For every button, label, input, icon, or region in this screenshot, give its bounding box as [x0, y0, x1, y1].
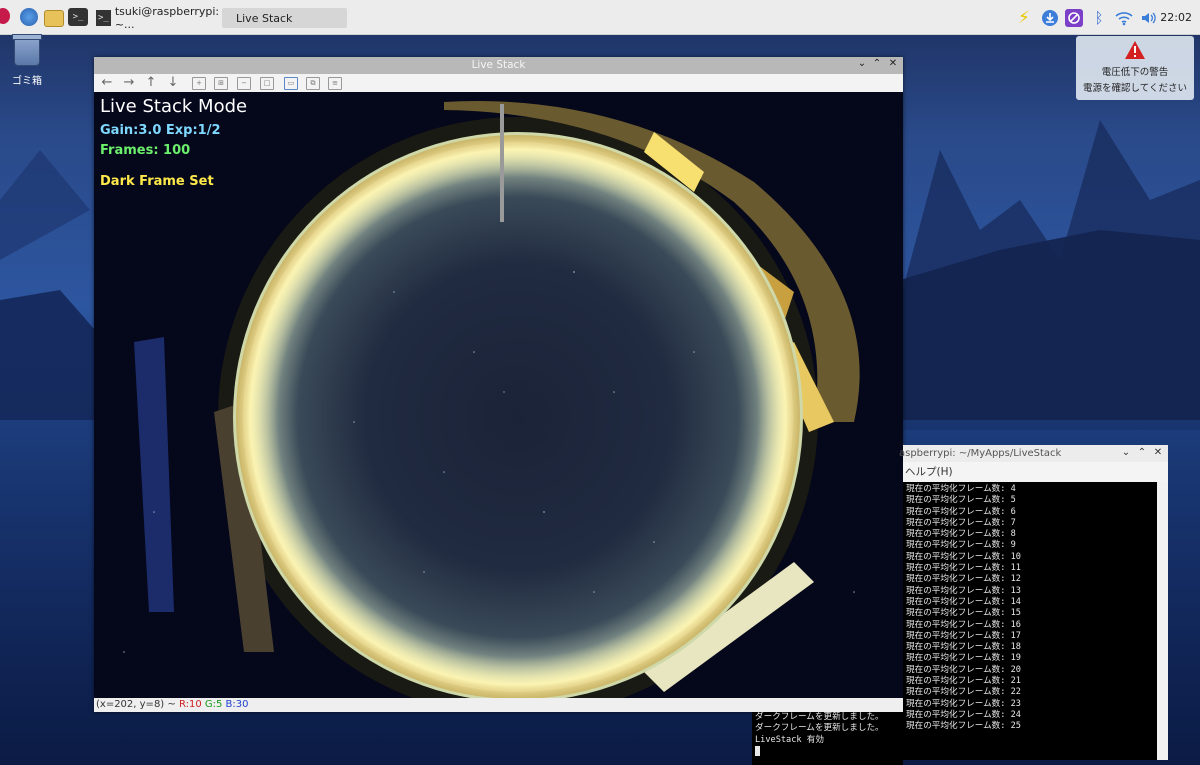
zoom-reset-icon[interactable]: □ — [260, 77, 274, 90]
terminal-line: 現在の平均化フレーム数: 8 — [906, 529, 1016, 540]
terminal-line: 現在の平均化フレーム数: 14 — [906, 596, 1021, 607]
terminal-line: 現在の平均化フレーム数: 23 — [906, 698, 1021, 709]
warning-icon — [1124, 40, 1146, 60]
terminal-line: 現在の平均化フレーム数: 13 — [906, 585, 1021, 596]
close-icon[interactable]: ✕ — [1152, 447, 1164, 458]
terminal-output[interactable]: 現在の平均化フレーム数: 4 現在の平均化フレーム数: 5 現在の平均化フレーム… — [903, 482, 1157, 760]
livestack-window: Live Stack ⌄ ⌃ ✕ ← → ↑ ↓ + ⊞ − □ ▭ ⧉ ≡ L… — [94, 57, 903, 712]
image-toolbar: ← → ↑ ↓ + ⊞ − □ ▭ ⧉ ≡ — [94, 74, 903, 93]
system-tray: ⚡ ᛒ 22:02 — [0, 0, 1200, 34]
taskbar: >_ >_ tsuki@raspberrypi: ~... Live Stack… — [0, 0, 1200, 35]
overlay-gain-exp: Gain:3.0 Exp:1/2 — [100, 123, 221, 138]
terminal-line: 現在の平均化フレーム数: 15 — [906, 608, 1021, 619]
zoom-in-icon[interactable]: + — [192, 77, 206, 90]
terminal-line: ダークフレームを更新しました。 — [755, 723, 884, 734]
terminal-line: 現在の平均化フレーム数: 25 — [906, 721, 1021, 732]
terminal-titlebar[interactable]: aspberrypi: ~/MyApps/LiveStack ⌄ ⌃ ✕ — [899, 445, 1168, 463]
terminal-lower-output: ダークフレームを更新しました。 ダークフレームを更新しました。 LiveStac… — [752, 712, 903, 765]
terminal-line: 現在の平均化フレーム数: 22 — [906, 687, 1021, 698]
terminal-line: 現在の平均化フレーム数: 5 — [906, 495, 1016, 506]
terminal-line: 現在の平均化フレーム数: 24 — [906, 709, 1021, 720]
pan-left-arrow-icon[interactable]: ← — [98, 75, 116, 91]
pan-right-arrow-icon[interactable]: → — [120, 75, 138, 91]
terminal-line: 現在の平均化フレーム数: 20 — [906, 664, 1021, 675]
wifi-icon[interactable] — [1115, 9, 1133, 27]
vnc-icon[interactable] — [1065, 9, 1083, 27]
terminal-cursor — [755, 745, 760, 756]
lightning-icon[interactable]: ⚡ — [1015, 8, 1033, 28]
properties-icon[interactable]: ≡ — [328, 77, 342, 90]
status-blue: B:30 — [225, 699, 249, 710]
terminal-line: 現在の平均化フレーム数: 6 — [906, 506, 1016, 517]
menu-help[interactable]: ヘルプ(H) — [903, 466, 953, 478]
overlay-mode-title: Live Stack Mode — [100, 96, 248, 117]
status-coords: (x=202, y=8) ~ — [96, 699, 179, 710]
pixel-status-bar: (x=202, y=8) ~ R:10 G:5 B:30 — [94, 698, 903, 712]
clock[interactable]: 22:02 — [1160, 11, 1192, 24]
terminal-line: LiveStack 有効 — [755, 734, 824, 745]
terminal-line: 現在の平均化フレーム数: 9 — [906, 540, 1016, 551]
trash-label: ゴミ箱 — [12, 76, 42, 87]
copy-image-icon[interactable]: ⧉ — [306, 77, 320, 90]
terminal-line: 現在の平均化フレーム数: 18 — [906, 642, 1021, 653]
warning-message: 電源を確認してください — [1083, 83, 1187, 94]
undervoltage-warning[interactable]: 電圧低下の警告 電源を確認してください — [1076, 36, 1194, 100]
terminal-menubar: ヘルプ(H) — [903, 462, 1168, 482]
terminal-line: 現在の平均化フレーム数: 10 — [906, 551, 1021, 562]
livestack-titlebar[interactable]: Live Stack ⌄ ⌃ ✕ — [94, 57, 903, 74]
terminal-prompt[interactable] — [755, 745, 903, 758]
livestack-title: Live Stack — [471, 59, 526, 71]
maximize-chevron-icon[interactable]: ⌃ — [1136, 447, 1148, 458]
zoom-fit-icon[interactable]: ⊞ — [214, 77, 228, 90]
minimize-chevron-icon[interactable]: ⌄ — [855, 58, 869, 69]
livestack-image[interactable]: Live Stack Mode Gain:3.0 Exp:1/2 Frames:… — [94, 92, 903, 698]
warning-title: 電圧低下の警告 — [1101, 67, 1169, 78]
pan-up-arrow-icon[interactable]: ↑ — [142, 75, 160, 91]
terminal-line: 現在の平均化フレーム数: 11 — [906, 563, 1021, 574]
overlay-frames: Frames: 100 — [100, 143, 191, 158]
terminal-line: 現在の平均化フレーム数: 17 — [906, 630, 1021, 641]
volume-icon[interactable] — [1140, 9, 1158, 27]
zoom-out-icon[interactable]: − — [237, 77, 251, 90]
close-icon[interactable]: ✕ — [886, 58, 900, 69]
fisheye-sky-image — [94, 92, 903, 698]
terminal-line: 現在の平均化フレーム数: 4 — [906, 484, 1016, 494]
status-green: G:5 — [204, 699, 223, 710]
trash-icon — [12, 34, 42, 66]
maximize-chevron-icon[interactable]: ⌃ — [870, 58, 884, 69]
terminal-line: 現在の平均化フレーム数: 19 — [906, 653, 1021, 664]
overlay-dark-frame: Dark Frame Set — [100, 174, 214, 189]
trash-desktop-icon[interactable]: ゴミ箱 — [8, 34, 46, 87]
terminal-line: 現在の平均化フレーム数: 12 — [906, 574, 1021, 585]
terminal-line: 現在の平均化フレーム数: 21 — [906, 676, 1021, 687]
terminal-scrollbar[interactable] — [1157, 482, 1168, 760]
save-image-icon[interactable]: ▭ — [284, 77, 298, 90]
terminal-line: 現在の平均化フレーム数: 7 — [906, 517, 1016, 528]
terminal-line: ダークフレームを更新しました。 — [755, 712, 884, 722]
bluetooth-icon[interactable]: ᛒ — [1090, 9, 1108, 27]
download-icon[interactable] — [1041, 9, 1059, 27]
terminal-window: aspberrypi: ~/MyApps/LiveStack ⌄ ⌃ ✕ ヘルプ… — [899, 445, 1168, 760]
terminal-title: aspberrypi: ~/MyApps/LiveStack — [899, 448, 1062, 459]
status-red: R:10 — [178, 699, 202, 710]
minimize-chevron-icon[interactable]: ⌄ — [1120, 447, 1132, 458]
terminal-line: 現在の平均化フレーム数: 16 — [906, 619, 1021, 630]
pan-down-arrow-icon[interactable]: ↓ — [164, 75, 182, 91]
